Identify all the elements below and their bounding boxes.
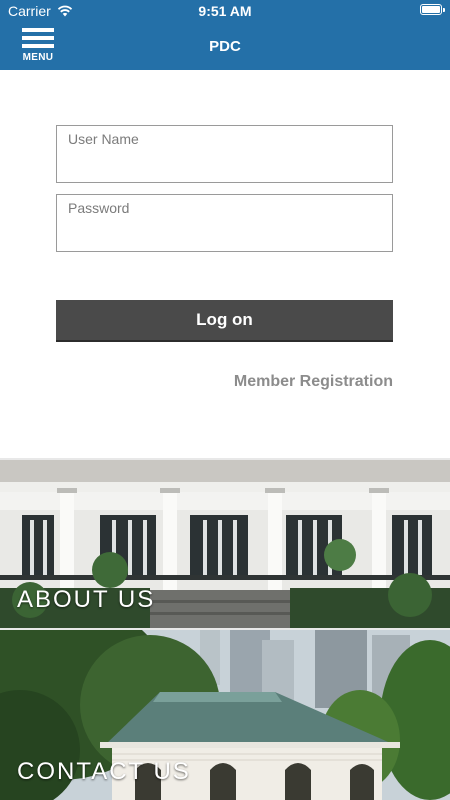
- contact-us-label: CONTACT US: [17, 758, 191, 785]
- password-label: Password: [68, 200, 130, 216]
- password-input[interactable]: [67, 221, 382, 247]
- logon-button[interactable]: Log on: [56, 300, 393, 342]
- username-label: User Name: [68, 131, 139, 147]
- hamburger-line-icon: [22, 28, 54, 32]
- member-registration-link[interactable]: Member Registration: [234, 373, 393, 391]
- password-field[interactable]: Password: [56, 194, 393, 252]
- status-bar: Carrier 9:51 AM: [0, 0, 450, 22]
- nav-bar: MENU PDC: [0, 22, 450, 70]
- about-us-label: ABOUT US: [17, 586, 156, 613]
- username-input[interactable]: [67, 152, 382, 178]
- username-field[interactable]: User Name: [56, 125, 393, 183]
- contact-us-panel[interactable]: CONTACT US: [0, 630, 450, 800]
- about-us-panel[interactable]: ABOUT US: [0, 460, 450, 628]
- clock: 9:51 AM: [198, 3, 252, 19]
- page-title: PDC: [209, 38, 241, 55]
- battery-icon: [420, 4, 445, 15]
